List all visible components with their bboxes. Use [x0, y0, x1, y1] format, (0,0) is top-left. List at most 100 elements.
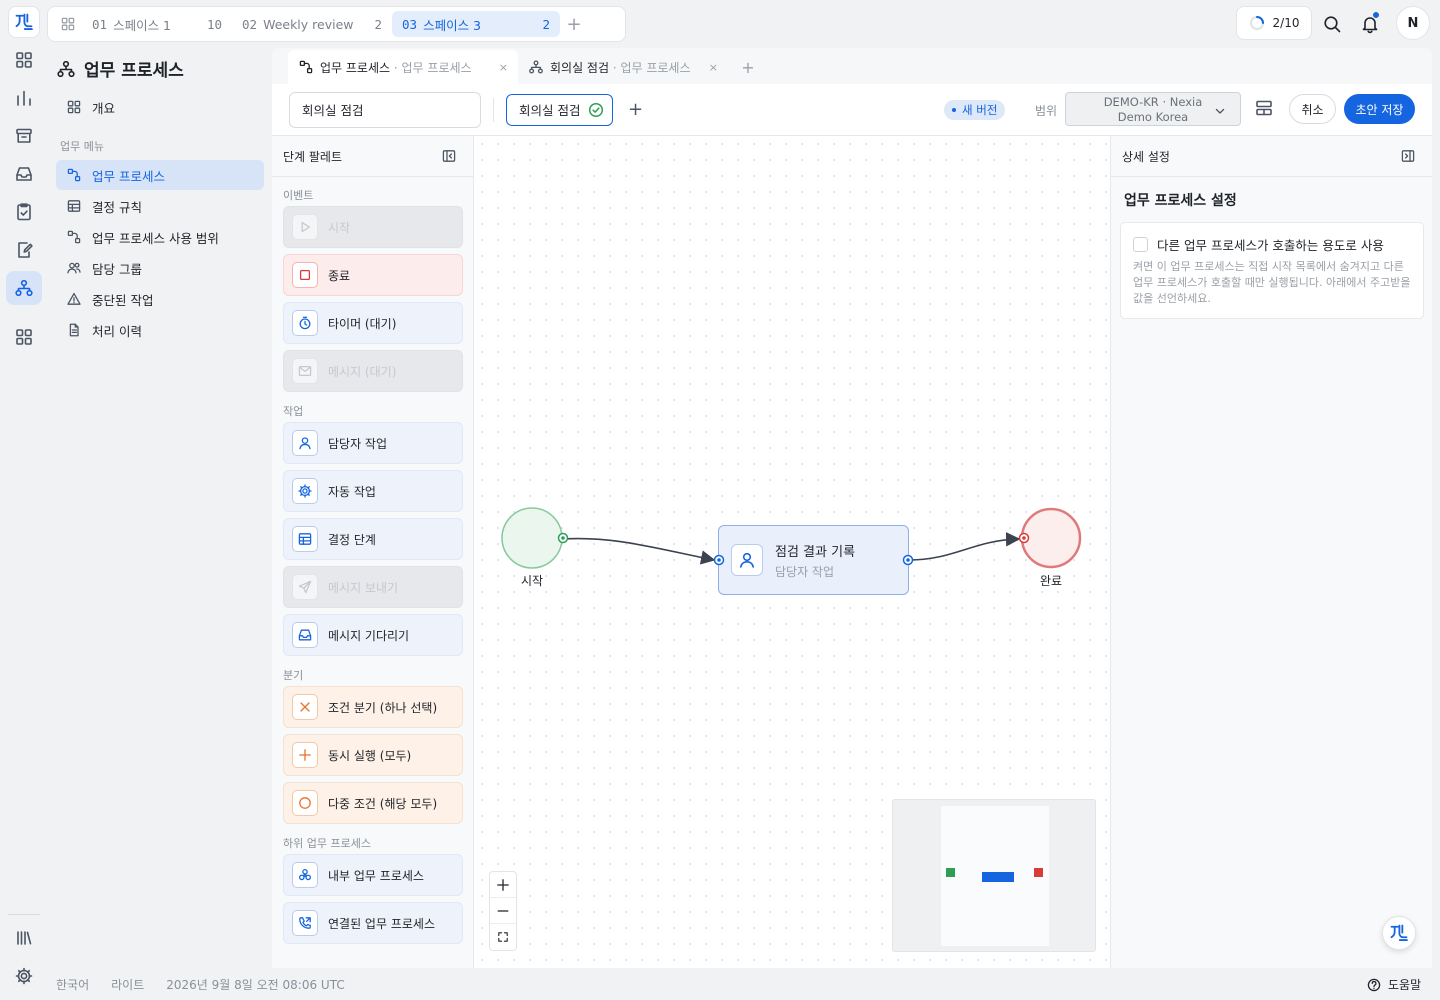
palette-item[interactable]: 내부 업무 프로세스 [283, 854, 463, 896]
close-tab-button[interactable]: × [709, 61, 718, 74]
rail-archive[interactable] [6, 119, 42, 153]
nav-item-label: 중단된 작업 [92, 292, 154, 308]
rail-tasks[interactable] [6, 195, 42, 229]
palette-item[interactable]: 타이머 (대기) [283, 302, 463, 344]
search-icon [1322, 14, 1342, 34]
sequence-flow-task-end[interactable] [908, 532, 1021, 561]
palette-item[interactable]: 자동 작업 [283, 470, 463, 512]
palette-item[interactable]: 종료 [283, 254, 463, 296]
sequence-flow-start-task[interactable] [562, 537, 716, 565]
palette-item[interactable]: 조건 분기 (하나 선택) [283, 686, 463, 728]
nav-item-suspended[interactable]: 중단된 작업 [56, 284, 264, 314]
palette-item-icon-box [292, 214, 318, 240]
step-palette: 단계 팔레트 이벤트 작업 분기 하위 업무 프로세스 시작 종료 타이머 (대기)… [272, 136, 474, 968]
editor-tab-meeting-room[interactable]: 회의실 점검 · 업무 프로세스 × [518, 50, 728, 84]
palette-item-icon-box [292, 478, 318, 504]
palette-item-icon-box [292, 310, 318, 336]
palette-item: 메시지 보내기 [283, 566, 463, 608]
nav-item-process[interactable]: 업무 프로세스 [56, 160, 264, 190]
theme-selector[interactable]: 라이트 [111, 976, 144, 993]
palette-item[interactable]: 담당자 작업 [283, 422, 463, 464]
rail-dashboard[interactable] [6, 43, 42, 77]
callable-description: 켜면 이 업무 프로세스는 직접 시작 목록에서 숨겨지고 다른 업무 프로세스… [1133, 260, 1411, 305]
rail-inbox[interactable] [6, 157, 42, 191]
add-button[interactable]: + [621, 96, 649, 124]
nav-item-label: 처리 이력 [92, 323, 142, 339]
rail-process[interactable] [6, 271, 42, 305]
mail-icon [297, 363, 313, 379]
search-button[interactable] [1318, 10, 1346, 38]
palette-item[interactable]: 연결된 업무 프로세스 [283, 902, 463, 944]
details-header-title: 상세 설정 [1122, 149, 1170, 164]
palette-item[interactable]: 동시 실행 (모두) [283, 734, 463, 776]
check-circle-icon [589, 102, 604, 117]
start-event[interactable] [501, 507, 563, 569]
palette-item[interactable]: 다중 조건 (해당 모두) [283, 782, 463, 824]
workspace-grid-button[interactable] [54, 16, 82, 32]
rail-forms[interactable] [6, 233, 42, 267]
rail-analytics[interactable] [6, 81, 42, 115]
workspace-tab-2[interactable]: 02 Weekly review 2 [232, 11, 392, 37]
route-icon [298, 59, 314, 75]
fit-view-button[interactable] [490, 924, 516, 950]
palette-item-icon-box [292, 574, 318, 600]
help-link[interactable]: 도움말 [1366, 976, 1421, 993]
language-selector[interactable]: 한국어 [56, 976, 89, 993]
layout-button[interactable] [1254, 98, 1274, 118]
rail-apps[interactable] [6, 320, 42, 354]
scope-select[interactable]: DEMO-KR · Nexia Demo Korea [1065, 92, 1241, 126]
palette-item[interactable]: 메시지 기다리기 [283, 614, 463, 656]
palette-item-icon-box [292, 622, 318, 648]
minimap-end-node [1034, 868, 1043, 877]
nav-item-process-scope[interactable]: 업무 프로세스 사용 범위 [56, 222, 264, 252]
nav-item-decision-rules[interactable]: 결정 규칙 [56, 191, 264, 221]
rail-library[interactable] [6, 921, 42, 955]
chevron-down-icon [1212, 103, 1228, 119]
nav-item-overview[interactable]: 개요 [56, 92, 264, 122]
zoom-in-button[interactable] [490, 872, 516, 898]
end-event[interactable] [1020, 507, 1082, 569]
workspace-tab-1[interactable]: 01 스페이스 1 10 [82, 11, 232, 37]
app-logo[interactable] [8, 6, 40, 38]
process-name-input[interactable] [289, 91, 481, 128]
palette-item[interactable]: 결정 단계 [283, 518, 463, 560]
callable-setting-card: 다른 업무 프로세스가 호출하는 용도로 사용 켜면 이 업무 프로세스는 직접… [1120, 222, 1424, 319]
workspace-tab-number: 02 [242, 16, 258, 32]
editor-tab-process[interactable]: 업무 프로세스 · 업무 프로세스 × [288, 50, 518, 84]
notifications-button[interactable] [1356, 10, 1384, 38]
status-dot [952, 108, 956, 112]
end-event-port-dot [1022, 536, 1026, 540]
timer-icon [297, 315, 313, 331]
palette-section-subprocess: 하위 업무 프로세스 [283, 837, 371, 850]
user-task-node[interactable]: 점검 결과 기록 담당자 작업 [718, 525, 909, 595]
nav-item-groups[interactable]: 담당 그룹 [56, 253, 264, 283]
collapse-left-icon[interactable] [441, 148, 457, 164]
close-tab-button[interactable]: × [499, 61, 508, 74]
start-event-label: 시작 [520, 574, 544, 588]
workspace-tab-3[interactable]: 03 스페이스 3 2 [392, 11, 560, 37]
callable-checkbox-row[interactable]: 다른 업무 프로세스가 호출하는 용도로 사용 [1133, 235, 1411, 254]
process-icon [56, 59, 76, 79]
process-canvas[interactable]: 시작 완료 점검 결과 기록 담당자 작업 [474, 136, 1110, 968]
cancel-button[interactable]: 취소 [1289, 94, 1336, 124]
task-progress[interactable]: 2/10 [1236, 6, 1312, 40]
minimap[interactable] [892, 799, 1096, 952]
start-event-port-dot [561, 536, 565, 540]
inbox-icon [297, 627, 313, 643]
callable-checkbox[interactable] [1133, 237, 1148, 252]
add-workspace-button[interactable]: + [560, 14, 588, 35]
editor-tabs: 업무 프로세스 · 업무 프로세스 × 회의실 점검 · 업무 프로세스 × + [272, 48, 1432, 84]
zoom-out-button[interactable] [490, 898, 516, 924]
new-version-badge: 새 버전 [944, 100, 1006, 120]
avatar[interactable]: N [1396, 6, 1430, 40]
palette-item-label: 메시지 기다리기 [328, 628, 410, 643]
assistant-button[interactable] [1382, 916, 1416, 950]
nav-item-history[interactable]: 처리 이력 [56, 315, 264, 345]
process-name-chip[interactable]: 회의실 점검 [506, 93, 614, 126]
palette-item-label: 동시 실행 (모두) [328, 748, 412, 763]
collapse-right-icon[interactable] [1400, 148, 1416, 164]
rail-settings[interactable] [6, 959, 42, 993]
save-draft-button[interactable]: 초안 저장 [1344, 94, 1415, 124]
plus-icon [297, 747, 313, 763]
add-editor-tab-button[interactable]: + [728, 50, 768, 84]
